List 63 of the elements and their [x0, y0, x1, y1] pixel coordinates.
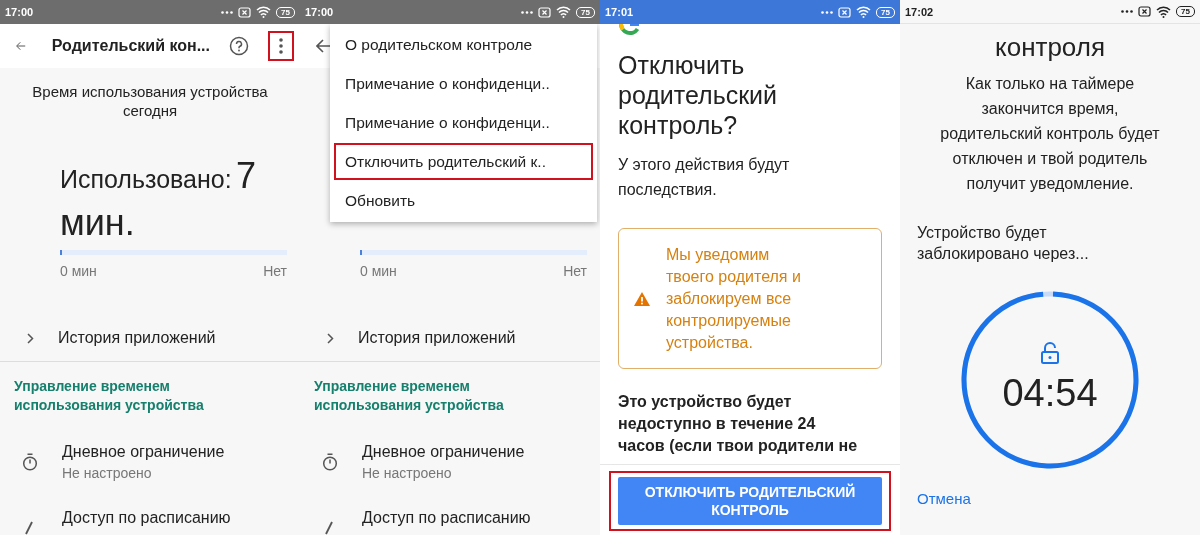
status-time: 17:00 [305, 6, 334, 18]
menu-item[interactable]: Примечание о конфиденци.. [334, 65, 593, 103]
timer-icon [22, 453, 38, 471]
wifi-icon [856, 6, 872, 18]
section-heading: Управление временем использования устройства [313, 377, 505, 415]
battery-level: 75 [276, 6, 295, 18]
screen-title: Родительский кон... [51, 37, 210, 55]
usage-total: Использовано:7 мин. [60, 156, 258, 245]
setting-title[interactable]: Дневное ограничение [62, 443, 225, 461]
progress-start-label: 0 мин [360, 263, 397, 279]
more-notifications-icon [521, 10, 534, 14]
progress-start-label: 0 мин [60, 263, 97, 279]
no-sim-icon [838, 6, 852, 18]
menu-item[interactable]: Примечание о конфиденци.. [334, 104, 593, 142]
more-notifications-icon [221, 10, 234, 14]
lock-label: Устройство будет заблокировано через... [917, 223, 1090, 264]
warning-text: Мы уведомим твоего родителя и заблокируем все контролируемые устройства. [666, 244, 802, 353]
screen-title: контроля [994, 32, 1106, 63]
status-time: 17:02 [905, 5, 934, 18]
chevron-right-icon [327, 332, 334, 344]
menu-item[interactable]: Отключить родительский к.. [334, 143, 593, 181]
status-time: 17:00 [5, 6, 34, 18]
disable-button[interactable]: ОТКЛЮЧИТЬ РОДИТЕЛЬСКИЙ КОНТРОЛЬ [618, 477, 882, 525]
cancel-link[interactable]: Отмена [917, 490, 971, 507]
battery-level: 75 [1176, 6, 1195, 17]
wifi-icon [556, 6, 572, 18]
setting-status: Не настроено [362, 465, 453, 481]
more-icon [279, 38, 283, 54]
lock-icon [1040, 341, 1060, 364]
setting-status: Не настроено [62, 465, 153, 481]
app-history-link[interactable]: История приложений [58, 329, 216, 347]
usage-heading: Время использования устройства сегодня [32, 83, 268, 119]
progress-end-label: Нет [563, 263, 587, 279]
consequence-text: Это устройство будет недоступно в течение 24 часов (если твои родители не [618, 392, 859, 456]
dialog-subtitle: У этого действия будут последствия. [618, 155, 791, 200]
chevron-right-icon [27, 332, 34, 344]
battery-level: 75 [876, 6, 895, 18]
status-time: 17:01 [605, 6, 634, 18]
more-notifications-icon [1121, 10, 1134, 13]
no-sim-icon [538, 6, 552, 18]
help-icon [229, 36, 249, 56]
wifi-icon [1156, 5, 1172, 18]
info-message: Как только на таймере закончится время, родительский контроль будет отключен и твой родитель получит уведомление. [939, 74, 1161, 194]
more-options-button[interactable] [268, 31, 294, 61]
setting-title[interactable]: Доступ по расписанию [62, 509, 231, 527]
app-history-link[interactable]: История приложений [358, 329, 516, 347]
no-sim-icon [238, 6, 252, 18]
countdown-timer: 04:54 [1002, 371, 1098, 415]
more-notifications-icon [821, 10, 834, 14]
menu-item[interactable]: О родительском контроле [334, 27, 593, 64]
back-arrow-icon[interactable] [316, 39, 332, 53]
menu-item[interactable]: Обновить [334, 182, 593, 219]
no-sim-icon [1138, 6, 1152, 17]
warning-icon [633, 290, 651, 307]
setting-title[interactable]: Дневное ограничение [362, 443, 525, 461]
progress-end-label: Нет [263, 263, 287, 279]
timer-icon [322, 453, 338, 471]
dialog-title: Отключить родительский контроль? [618, 50, 779, 140]
setting-title[interactable]: Доступ по расписанию [362, 509, 531, 527]
g-logo-icon [618, 24, 642, 36]
wifi-icon [256, 6, 272, 18]
battery-level: 75 [576, 6, 595, 18]
section-heading: Управление временем использования устройства [13, 377, 205, 415]
